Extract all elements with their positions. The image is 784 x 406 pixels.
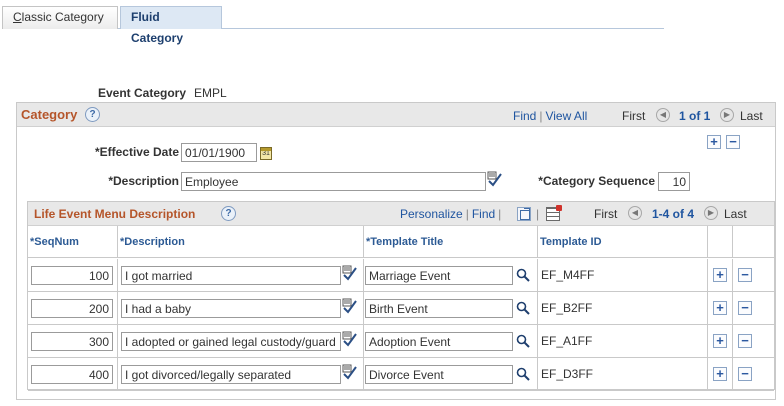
category-last-label[interactable]: Last (740, 109, 763, 123)
row-delete-button[interactable]: − (738, 268, 752, 282)
seqnum-field[interactable] (31, 299, 113, 318)
category-title: Category (21, 107, 78, 122)
prev-arrow-icon[interactable]: ◀ (656, 108, 670, 122)
row-add-button[interactable]: + (713, 268, 727, 282)
tab-classic-accesskey: C (13, 10, 22, 24)
spellcheck-icon[interactable] (342, 298, 358, 314)
grid-next-arrow-icon[interactable]: ▶ (704, 206, 718, 220)
event-category-value: EMPL (194, 86, 227, 100)
lookup-search-icon[interactable] (516, 367, 530, 381)
category-count: 1 of 1 (679, 109, 711, 123)
row-add-button[interactable]: + (713, 367, 727, 381)
next-arrow-icon[interactable]: ▶ (720, 108, 734, 122)
template-id-value: EF_B2FF (541, 301, 593, 315)
category-section: Category ? Find | View All First ◀ 1 of 1 … (16, 102, 776, 400)
category-add-button[interactable]: + (707, 135, 721, 149)
template-id-value: EF_D3FF (541, 367, 594, 381)
seqnum-field[interactable] (31, 266, 113, 285)
effective-date-field[interactable] (181, 143, 257, 162)
tab-classic-label: lassic Category (21, 10, 104, 24)
row-delete-button[interactable]: − (738, 301, 752, 315)
tab-classic-category[interactable]: Classic Category (2, 6, 118, 29)
row-description-field[interactable] (121, 299, 341, 318)
download-excel-icon[interactable] (546, 205, 562, 221)
category-sequence-field[interactable] (658, 172, 690, 191)
col-description[interactable]: *Description (118, 226, 364, 258)
template-title-field[interactable] (365, 332, 513, 351)
template-title-field[interactable] (365, 266, 513, 285)
col-template-title[interactable]: *Template Title (364, 226, 538, 258)
grid-prev-arrow-icon[interactable]: ◀ (628, 206, 642, 220)
help-icon[interactable]: ? (85, 107, 100, 122)
category-first-label[interactable]: First (622, 109, 645, 123)
event-category: Event Category EMPL (98, 86, 227, 100)
template-title-field[interactable] (365, 365, 513, 384)
row-delete-button[interactable]: − (738, 367, 752, 381)
category-delete-button[interactable]: − (726, 135, 740, 149)
table-row: EF_B2FF + − (28, 292, 774, 325)
grid-find-link[interactable]: Find (472, 207, 495, 221)
category-header: Category ? Find | View All First ◀ 1 of 1 … (17, 103, 775, 127)
table-row: EF_D3FF + − (28, 358, 774, 391)
seqnum-field[interactable] (31, 332, 113, 351)
seqnum-field[interactable] (31, 365, 113, 384)
category-nav-links: Find | View All (513, 109, 588, 123)
row-description-field[interactable] (121, 332, 341, 351)
event-category-label: Event Category (98, 86, 187, 100)
row-delete-button[interactable]: − (738, 334, 752, 348)
lookup-search-icon[interactable] (516, 301, 530, 315)
personalize-link[interactable]: Personalize (400, 207, 463, 221)
table-row: EF_A1FF + − (28, 325, 774, 358)
template-title-field[interactable] (365, 299, 513, 318)
grid-column-headers: *SeqNum *Description *Template Title Tem… (28, 226, 774, 258)
grid-title: Life Event Menu Description (34, 207, 196, 221)
tab-fluid-label: Fluid Category (131, 10, 184, 45)
row-description-field[interactable] (121, 266, 341, 285)
category-sequence-label: *Category Sequence (538, 174, 655, 188)
grid-last-label[interactable]: Last (724, 207, 747, 221)
spellcheck-icon[interactable] (342, 265, 358, 281)
category-find-link[interactable]: Find (513, 109, 536, 123)
life-event-grid: Life Event Menu Description ? Personaliz… (27, 201, 775, 391)
grid-nav-links: Personalize | Find | (400, 207, 502, 221)
lookup-search-icon[interactable] (516, 268, 530, 282)
category-view-all-link[interactable]: View All (545, 109, 587, 123)
grid-first-label[interactable]: First (594, 207, 617, 221)
spellcheck-icon[interactable] (342, 331, 358, 347)
calendar-icon[interactable]: 31 (260, 147, 272, 160)
tab-fluid-category[interactable]: Fluid Category (120, 6, 222, 45)
col-template-id[interactable]: Template ID (538, 226, 708, 258)
template-id-value: EF_M4FF (541, 268, 595, 282)
template-id-value: EF_A1FF (541, 334, 593, 348)
view-all-zoom-icon[interactable] (517, 207, 531, 221)
lookup-search-icon[interactable] (516, 334, 530, 348)
description-field[interactable] (181, 172, 486, 191)
description-label: *Description (108, 174, 179, 188)
grid-count: 1-4 of 4 (652, 207, 695, 221)
grid-help-icon[interactable]: ? (221, 206, 236, 221)
row-add-button[interactable]: + (713, 301, 727, 315)
row-description-field[interactable] (121, 365, 341, 384)
grid-header: Life Event Menu Description ? Personaliz… (28, 202, 774, 226)
spellcheck-icon[interactable] (487, 171, 503, 187)
row-add-button[interactable]: + (713, 334, 727, 348)
spellcheck-icon[interactable] (342, 364, 358, 380)
table-row: EF_M4FF + − (28, 259, 774, 292)
col-seqnum[interactable]: *SeqNum (28, 226, 118, 258)
effective-date-label: *Effective Date (94, 145, 179, 159)
tab-bar: Classic Category Fluid Category (2, 6, 664, 45)
